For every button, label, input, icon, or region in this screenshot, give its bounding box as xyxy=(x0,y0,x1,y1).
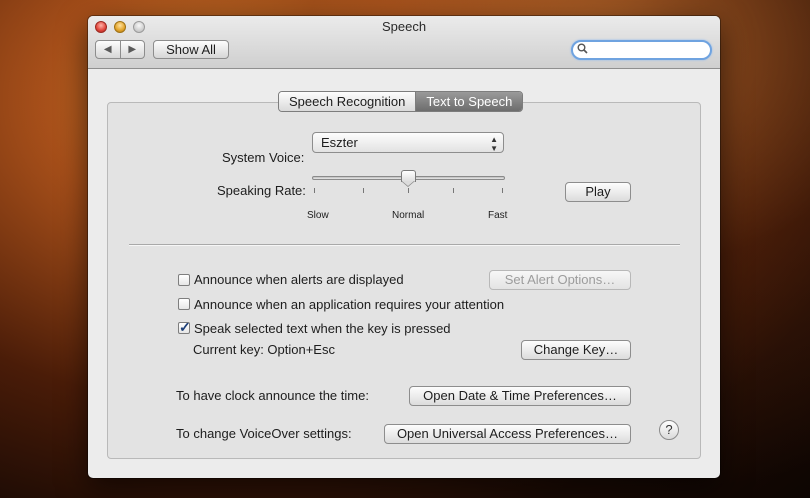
preferences-content: Speech Recognition Text to Speech System… xyxy=(88,69,720,478)
voiceover-label: To change VoiceOver settings: xyxy=(176,426,352,441)
system-voice-label: System Voice: xyxy=(222,150,305,165)
back-arrow-icon: ◀ xyxy=(103,44,112,55)
set-alert-options-button[interactable]: Set Alert Options… xyxy=(489,270,631,290)
announce-alerts-checkbox[interactable] xyxy=(178,274,190,286)
tab-text-to-speech[interactable]: Text to Speech xyxy=(415,92,523,111)
back-forward-control: ◀ ▶ xyxy=(95,40,145,59)
help-button[interactable]: ? xyxy=(659,420,679,440)
window-title: Speech xyxy=(381,19,427,34)
slider-tick xyxy=(314,188,315,193)
current-key-label: Current key: Option+Esc xyxy=(193,342,335,357)
speaking-rate-label: Speaking Rate: xyxy=(217,183,306,198)
speak-selected-label: Speak selected text when the key is pres… xyxy=(194,321,451,336)
change-key-button[interactable]: Change Key… xyxy=(521,340,631,360)
slider-tick xyxy=(453,188,454,193)
tab-bar: Speech Recognition Text to Speech xyxy=(278,91,524,112)
open-date-time-preferences-button[interactable]: Open Date & Time Preferences… xyxy=(409,386,631,406)
title-bar: Speech ◀ ▶ Show All xyxy=(88,16,720,69)
play-button[interactable]: Play xyxy=(565,182,631,202)
open-universal-access-preferences-button[interactable]: Open Universal Access Preferences… xyxy=(384,424,631,444)
show-all-button[interactable]: Show All xyxy=(153,40,229,59)
section-divider xyxy=(129,244,680,246)
slider-tick xyxy=(408,188,409,193)
forward-arrow-icon: ▶ xyxy=(128,44,137,55)
slider-tick xyxy=(502,188,503,193)
announce-attention-label: Announce when an application requires yo… xyxy=(194,297,505,312)
system-voice-select[interactable]: Eszter ▲ ▼ xyxy=(312,132,504,153)
rate-normal-label: Normal xyxy=(392,210,425,221)
back-button[interactable]: ◀ xyxy=(96,41,120,58)
checkmark-icon: ✓ xyxy=(179,319,191,335)
system-voice-value: Eszter xyxy=(321,135,358,150)
announce-attention-checkbox[interactable] xyxy=(178,298,190,310)
select-arrows-icon: ▲ ▼ xyxy=(490,135,498,153)
tab-speech-recognition[interactable]: Speech Recognition xyxy=(279,92,416,111)
rate-slow-label: Slow xyxy=(307,210,329,221)
clock-announce-label: To have clock announce the time: xyxy=(176,388,369,403)
speak-selected-checkbox[interactable]: ✓ xyxy=(178,319,191,335)
search-icon xyxy=(577,43,588,57)
slider-tick xyxy=(363,188,364,193)
forward-button[interactable]: ▶ xyxy=(119,41,145,58)
rate-fast-label: Fast xyxy=(488,210,508,221)
speech-preferences-window: Speech ◀ ▶ Show All Speech Recognition T… xyxy=(88,16,720,478)
search-field[interactable] xyxy=(571,40,712,60)
search-input[interactable] xyxy=(591,42,706,58)
announce-alerts-label: Announce when alerts are displayed xyxy=(194,272,404,287)
